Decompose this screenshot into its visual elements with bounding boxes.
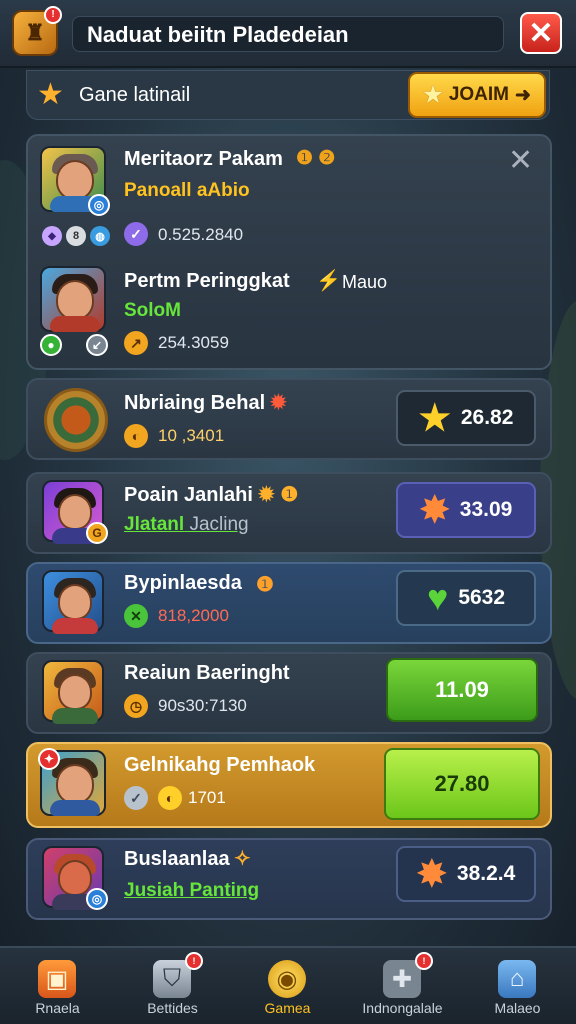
player-name: Bypinlaesda [124, 572, 242, 594]
player-name-suffix: Mauo [342, 272, 388, 292]
nav-label: Rnaela [35, 1000, 80, 1016]
score-value: 33.09 [459, 498, 513, 521]
nav-label: Malaeo [494, 1000, 541, 1016]
player-stat: 254.3059 [158, 333, 229, 352]
score-badge[interactable]: ✸ 38.2.4 [396, 846, 536, 902]
avatar[interactable]: ✦ [38, 748, 106, 816]
player-stat: 90s30:7130 [158, 696, 247, 715]
player-stat: 1701 [188, 788, 226, 807]
score-badge[interactable]: ★ 26.82 [396, 390, 536, 446]
close-icon[interactable]: ✕ [508, 146, 533, 176]
star-burst-icon: ✸ [419, 489, 450, 530]
gold-coin-icon: ◉ [268, 960, 306, 998]
heart-icon: ♥ [426, 577, 449, 618]
coin-icon: ◐ [124, 424, 148, 448]
star-icon: ★ [37, 78, 64, 111]
player-stat: 818,2000 [158, 606, 229, 625]
player-subtitle: Jlatanl Jacling [124, 514, 249, 535]
player-subtitle: Panoall aAbio [124, 180, 250, 201]
fire-icon: ✹ [270, 392, 287, 414]
filter-label: Gane latinail [79, 84, 191, 106]
star-icon: ★ [423, 82, 443, 107]
nav-label: Bettides [147, 1000, 198, 1016]
player-name: Buslaanlaa [124, 848, 230, 870]
player-subtitle: SoloM [124, 300, 181, 321]
gem-icon: ◆ [42, 226, 62, 246]
nav-item-challenges[interactable]: ✚ ! Indnongalale [345, 948, 460, 1024]
shield-icon: ✓ [124, 786, 148, 810]
medal-icons: ❶ ❷ [296, 148, 336, 169]
medal-icons: ✹ ❶ [258, 484, 299, 506]
check-badge-icon: ✓ [124, 222, 148, 246]
clock-icon: ◷ [124, 694, 148, 718]
nav-item-battles[interactable]: ⛉ ! Bettides [115, 948, 230, 1024]
arrow-right-icon: ➜ [515, 84, 531, 106]
avatar[interactable] [42, 570, 104, 634]
notification-badge: ! [185, 952, 203, 970]
crossed-swords-icon: ✕ [124, 604, 148, 628]
crown-badge-icon: ✦ [38, 748, 60, 770]
medal-icon: ❶ [256, 574, 274, 596]
player-name: Gelnikahg Pemhaok [124, 754, 316, 776]
player-name: Reaiun Baeringht [124, 662, 290, 684]
notification-badge: ! [415, 952, 433, 970]
spark-icon: ✧ [234, 848, 251, 870]
gem-house-icon: ⌂ [498, 960, 536, 998]
join-button[interactable]: ★ JOAIM ➜ [408, 72, 546, 118]
player-subtitle: Jusiah Panting [124, 880, 260, 901]
notification-badge: ! [44, 6, 62, 24]
close-button[interactable]: ✕ [520, 12, 562, 54]
sword-icon: ↗ [124, 331, 148, 355]
score-value: 11.09 [435, 677, 489, 702]
bottom-nav: ▣ Rnaela ⛉ ! Bettides ◉ Gamea ✚ ! Indnon… [0, 946, 576, 1024]
game-logo-icon[interactable]: ♜ ! [12, 6, 62, 56]
player-name: Poain Janlahi [124, 484, 253, 506]
avatar[interactable]: G [42, 480, 108, 544]
score-value: 5632 [458, 586, 506, 609]
page-title: Naduat beiitn Pladedeian [72, 16, 504, 52]
coin-badge-icon: G [86, 522, 108, 544]
star-burst-icon: ✸ [416, 853, 447, 894]
shield-badge-icon: ◎ [88, 194, 110, 216]
arrow-badge-icon: ↙ [86, 334, 108, 356]
nav-label: Gamea [264, 1000, 311, 1016]
score-button[interactable]: 27.80 [384, 748, 540, 820]
score-badge[interactable]: ✸ 33.09 [396, 482, 536, 538]
coin-icon: ◐ [158, 786, 182, 810]
shield-badge-icon: ◎ [86, 888, 108, 910]
score-button[interactable]: 11.09 [386, 658, 538, 722]
player-name: Meritaorz Pakam [124, 148, 283, 170]
leaf-badge-icon: ● [40, 334, 62, 356]
nav-item-games[interactable]: ◉ Gamea [230, 948, 345, 1024]
nav-label: Indnongalale [362, 1000, 443, 1016]
nav-item-more[interactable]: ⌂ Malaeo [460, 948, 575, 1024]
avatar[interactable]: ● ↙ [40, 266, 108, 356]
score-badge[interactable]: ♥ 5632 [396, 570, 536, 626]
globe-icon: ◍ [90, 226, 110, 246]
player-stat: 0.525.2840 [158, 225, 244, 244]
puzzle-icon: ✚ [383, 960, 421, 998]
avatar[interactable]: ◎ [40, 146, 110, 216]
castle-icon: ♜ [25, 20, 45, 45]
chest-icon: ▣ [38, 960, 76, 998]
avatar[interactable]: ◎ [42, 846, 108, 910]
guild-emblem-icon[interactable] [44, 388, 108, 452]
join-button-label: JOAIM [448, 84, 509, 105]
nav-item-home[interactable]: ▣ Rnaela [0, 948, 115, 1024]
player-name: Nbriaing Behal [124, 392, 266, 414]
fire-icon: ⚡ [316, 270, 341, 292]
coin-icon: 8 [66, 226, 86, 246]
star-icon: ★ [418, 397, 451, 438]
score-value: 26.82 [460, 406, 514, 429]
score-value: 38.2.4 [456, 862, 516, 885]
score-value: 27.80 [434, 771, 490, 796]
player-name: Pertm Peringgkat [124, 270, 290, 292]
player-stat: 10 ,3401 [158, 426, 225, 445]
top-bar: ♜ ! Naduat beiitn Pladedeian ✕ [0, 0, 576, 68]
shield-icon: ⛉ [153, 960, 191, 998]
avatar[interactable] [42, 660, 104, 724]
